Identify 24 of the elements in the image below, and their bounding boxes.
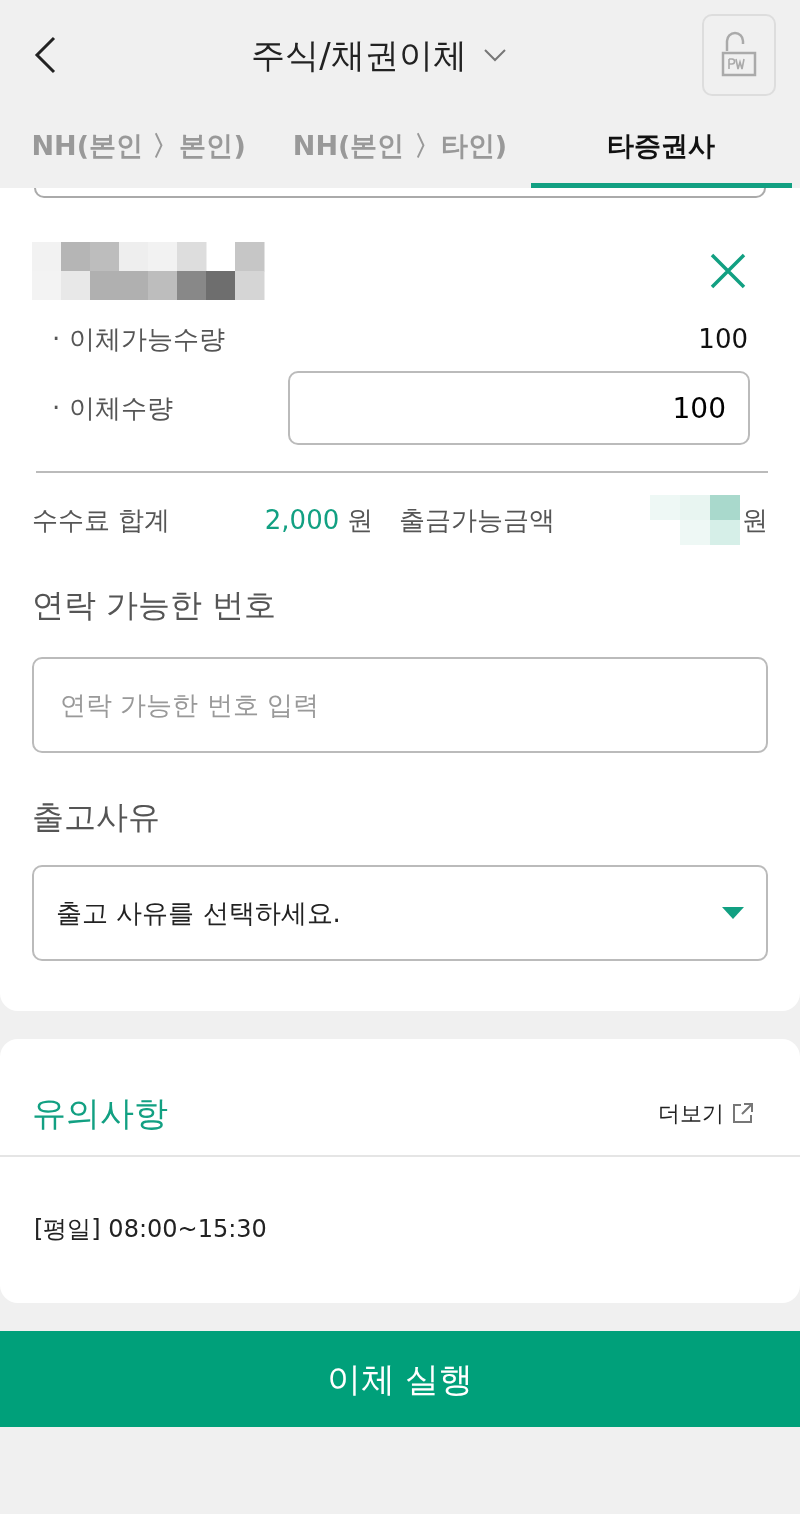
available-amount-label: 출금가능금액	[399, 503, 556, 537]
quantity-input[interactable]: 100	[288, 371, 750, 445]
field-label: · 이체수량	[52, 391, 173, 425]
chevron-down-icon[interactable]	[482, 48, 507, 62]
phone-input[interactable]: 연락 가능한 번호 입력	[32, 657, 768, 753]
fee-label: 수수료 합계	[32, 503, 171, 537]
back-icon[interactable]	[34, 36, 56, 74]
section-label: 연락 가능한 번호	[32, 585, 278, 626]
notice-text: [평일] 08:00~15:30	[33, 1214, 268, 1245]
notice-title: 유의사항	[32, 1091, 168, 1135]
password-lock-button[interactable]	[702, 14, 776, 96]
reason-dropdown[interactable]: 출고 사유를 선택하세요.	[32, 865, 768, 961]
currency-unit: 원	[742, 503, 768, 537]
quantity-value: 100	[698, 323, 748, 356]
close-icon[interactable]	[710, 253, 746, 289]
fee-amount: 2,000 원	[264, 503, 374, 537]
external-link-icon	[732, 1102, 754, 1124]
dropdown-arrow-icon	[722, 907, 744, 919]
padlock-icon	[719, 31, 759, 79]
field-label: · 이체가능수량	[52, 323, 225, 356]
input-field[interactable]	[34, 188, 766, 198]
screen-title: 주식/채권이체	[251, 33, 467, 77]
more-link[interactable]: 더보기	[652, 1095, 760, 1131]
section-label: 출고사유	[32, 797, 161, 838]
